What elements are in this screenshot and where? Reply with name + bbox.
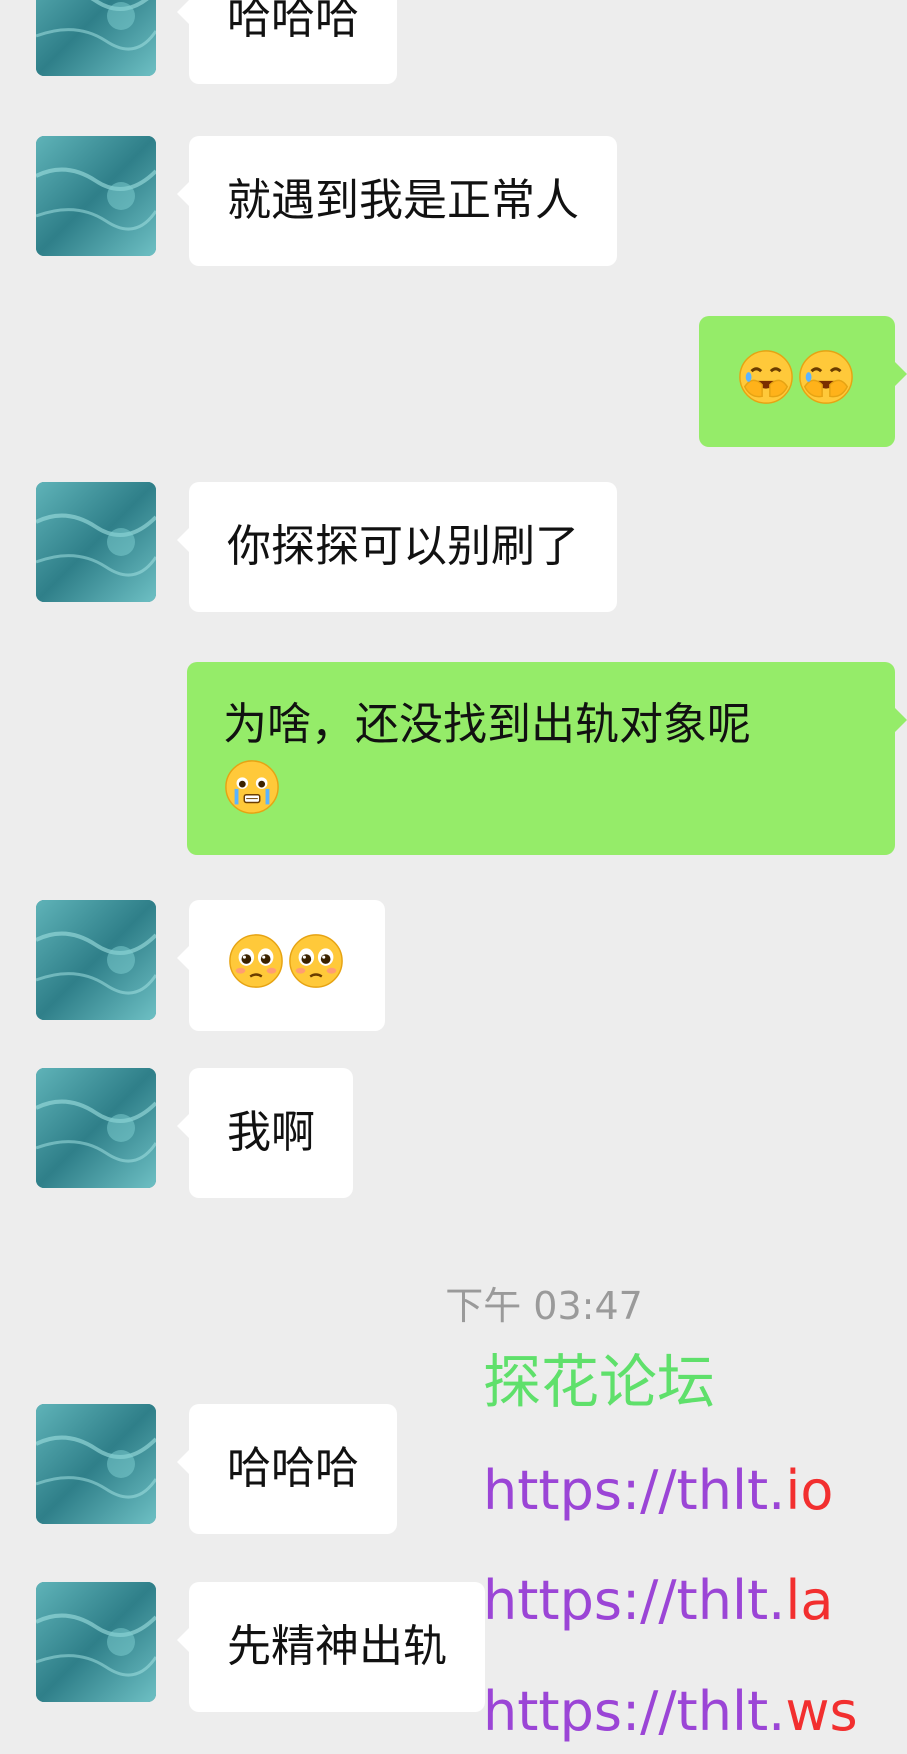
message-bubble-received[interactable]: [177, 900, 385, 1031]
message-bubble-received[interactable]: 就遇到我是正常人: [177, 136, 617, 266]
message-text: 你探探可以别刷了: [227, 521, 579, 572]
watermark-url-suffix: ws: [785, 1680, 858, 1743]
contact-avatar[interactable]: [36, 482, 156, 602]
message-text: 我啊: [227, 1107, 315, 1158]
message-timestamp: 下午 03:47: [445, 1284, 643, 1328]
message-bubble-sent[interactable]: [699, 316, 907, 447]
pleading-face-emoji-icon: [227, 932, 285, 990]
watermark-title: 探花论坛: [483, 1348, 716, 1416]
contact-avatar[interactable]: [36, 136, 156, 256]
contact-avatar[interactable]: [36, 900, 156, 1020]
contact-avatar[interactable]: [36, 1068, 156, 1188]
message-bubble-received[interactable]: 你探探可以别刷了: [177, 482, 617, 612]
message-bubble-received[interactable]: 哈哈哈: [177, 0, 397, 84]
message-bubble-received[interactable]: 哈哈哈: [177, 1404, 397, 1534]
message-text: 为啥，还没找到出轨对象呢: [223, 699, 751, 750]
watermark-url: https://thlt.io: [483, 1456, 833, 1526]
message-text: 先精神出轨: [227, 1621, 447, 1672]
watermark-url: https://thlt.la: [483, 1566, 833, 1636]
watermark-url-prefix: https://thlt.: [483, 1680, 786, 1743]
watermark-url-prefix: https://thlt.: [483, 1459, 786, 1522]
watermark-url-prefix: https://thlt.: [483, 1569, 786, 1632]
message-text: 哈哈哈: [227, 0, 359, 44]
contact-avatar[interactable]: [36, 1404, 156, 1524]
message-bubble-sent[interactable]: 为啥，还没找到出轨对象呢: [187, 662, 907, 855]
message-text: 哈哈哈: [227, 1443, 359, 1494]
message-bubble-received[interactable]: 我啊: [177, 1068, 353, 1198]
holding-back-tears-emoji-icon: [223, 758, 281, 816]
laughing-covering-mouth-emoji-icon: [737, 348, 795, 406]
message-bubble-received[interactable]: 先精神出轨: [177, 1582, 485, 1712]
message-text: 就遇到我是正常人: [227, 175, 579, 226]
watermark-url: https://thlt.ws: [483, 1677, 858, 1747]
watermark-url-suffix: io: [785, 1459, 834, 1522]
contact-avatar[interactable]: [36, 0, 156, 76]
watermark-url-suffix: la: [785, 1569, 834, 1632]
chat-conversation: 哈哈哈 就遇到我是正常人 你探探可以别刷了 为啥，还没找到出轨对象呢 我啊 下午…: [0, 0, 907, 1754]
laughing-covering-mouth-emoji-icon: [797, 348, 855, 406]
contact-avatar[interactable]: [36, 1582, 156, 1702]
pleading-face-emoji-icon: [287, 932, 345, 990]
